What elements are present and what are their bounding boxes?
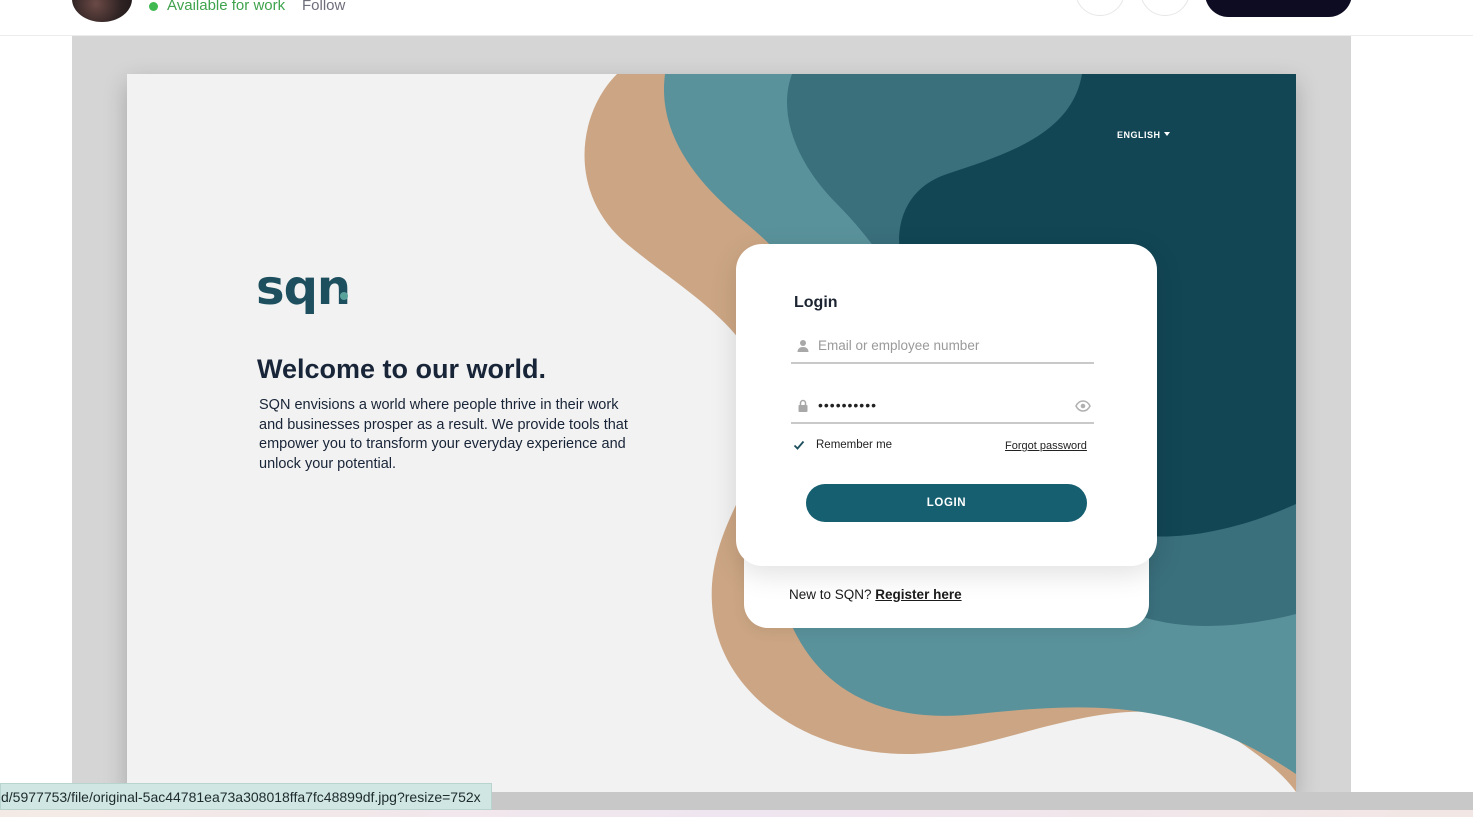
eye-icon[interactable]: [1075, 400, 1091, 412]
register-line: New to SQN? Register here: [789, 587, 962, 602]
avatar[interactable]: [72, 0, 132, 22]
availability-text: Available for work: [167, 0, 286, 14]
shot-frame: ENGLISH sqn Welcome to our world. SQN en…: [72, 36, 1351, 792]
register-prompt: New to SQN?: [789, 587, 872, 602]
login-title: Login: [794, 294, 838, 311]
caret-down-icon: [1163, 132, 1170, 136]
welcome-title: Welcome to our world.: [257, 354, 547, 384]
lock-icon: [798, 399, 808, 412]
language-selector[interactable]: ENGLISH: [1117, 130, 1170, 140]
bottom-gradient-strip: [0, 810, 1473, 817]
remember-me-label: Remember me: [816, 439, 893, 451]
login-card: Login Email or employee number •••••••••…: [736, 244, 1157, 566]
password-field: [791, 388, 1094, 424]
status-bar-url: d/5977753/file/original-5ac44781ea73a308…: [0, 783, 492, 810]
top-header: Available for work Follow: [0, 0, 1473, 36]
logo-dot: [340, 292, 348, 300]
like-button[interactable]: [1075, 0, 1125, 16]
save-button[interactable]: [1140, 0, 1190, 16]
get-in-touch-button[interactable]: [1205, 0, 1352, 17]
remember-me-checkbox[interactable]: Remember me: [793, 439, 892, 451]
user-icon: [797, 340, 809, 352]
email-field: [791, 328, 1094, 364]
follow-link[interactable]: Follow: [302, 0, 345, 14]
register-link[interactable]: Register here: [875, 587, 961, 602]
email-input[interactable]: [818, 332, 1068, 358]
sqn-logo: sqn: [256, 260, 351, 316]
login-button[interactable]: LOGIN: [806, 484, 1087, 522]
check-icon: [793, 440, 805, 450]
password-input[interactable]: [818, 392, 1068, 418]
login-page-design: ENGLISH sqn Welcome to our world. SQN en…: [127, 74, 1296, 792]
availability-dot: [149, 2, 158, 11]
language-label: ENGLISH: [1117, 130, 1161, 140]
tagline-text: SQN envisions a world where people thriv…: [259, 397, 628, 472]
forgot-password-link[interactable]: Forgot password: [1005, 440, 1087, 452]
